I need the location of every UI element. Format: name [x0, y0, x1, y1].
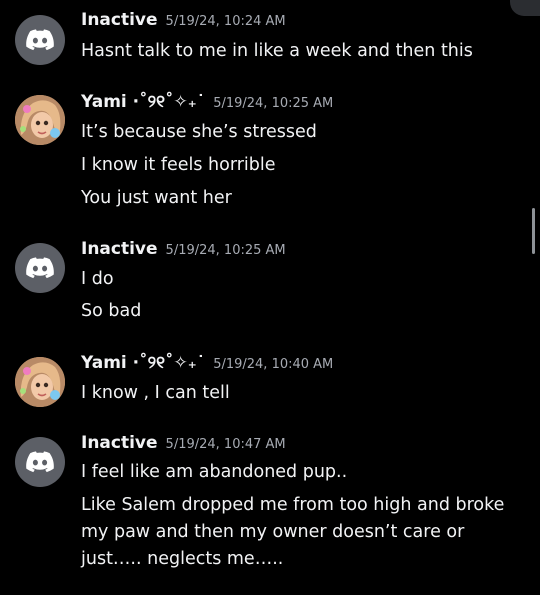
- message-header: Inactive 5/19/24, 10:25 AM: [81, 239, 286, 263]
- discord-logo-icon: [26, 257, 54, 279]
- username[interactable]: Inactive: [81, 433, 158, 453]
- avatar[interactable]: [15, 357, 65, 407]
- username[interactable]: Yami ·˚୨୧˚✧₊˙: [81, 92, 205, 112]
- avatar[interactable]: [15, 437, 65, 487]
- message-header: Yami ·˚୨୧˚✧₊˙ 5/19/24, 10:25 AM: [81, 92, 333, 116]
- message-text: I know it feels horrible: [81, 155, 276, 175]
- username[interactable]: Inactive: [81, 10, 158, 30]
- message-header: Yami ·˚୨୧˚✧₊˙ 5/19/24, 10:40 AM: [81, 353, 333, 377]
- scrollbar-thumb[interactable]: [532, 208, 535, 254]
- message-text: I feel like am abandoned pup..: [81, 462, 348, 482]
- message-text: Like Salem dropped me from too high and …: [81, 495, 505, 569]
- profile-photo-icon: [15, 95, 65, 145]
- timestamp: 5/19/24, 10:25 AM: [165, 243, 286, 258]
- timestamp: 5/19/24, 10:24 AM: [165, 14, 286, 29]
- message-text: So bad: [81, 301, 142, 321]
- message-text: It’s because she’s stressed: [81, 122, 317, 142]
- avatar[interactable]: [15, 243, 65, 293]
- avatar[interactable]: [15, 95, 65, 145]
- discord-logo-icon: [26, 29, 54, 51]
- username[interactable]: Yami ·˚୨୧˚✧₊˙: [81, 353, 205, 373]
- message-text: You just want her: [81, 188, 232, 208]
- message-text: I do: [81, 269, 114, 289]
- timestamp: 5/19/24, 10:47 AM: [165, 437, 286, 452]
- username[interactable]: Inactive: [81, 239, 158, 259]
- profile-photo-icon: [15, 357, 65, 407]
- discord-logo-icon: [26, 451, 54, 473]
- timestamp: 5/19/24, 10:40 AM: [213, 357, 334, 372]
- avatar[interactable]: [15, 15, 65, 65]
- message-text: Hasnt talk to me in like a week and then…: [81, 41, 473, 61]
- overlay-corner-button[interactable]: [510, 0, 540, 16]
- message-header: Inactive 5/19/24, 10:24 AM: [81, 10, 286, 34]
- message-header: Inactive 5/19/24, 10:47 AM: [81, 433, 286, 457]
- timestamp: 5/19/24, 10:25 AM: [213, 96, 334, 111]
- message-text: I know , I can tell: [81, 383, 230, 403]
